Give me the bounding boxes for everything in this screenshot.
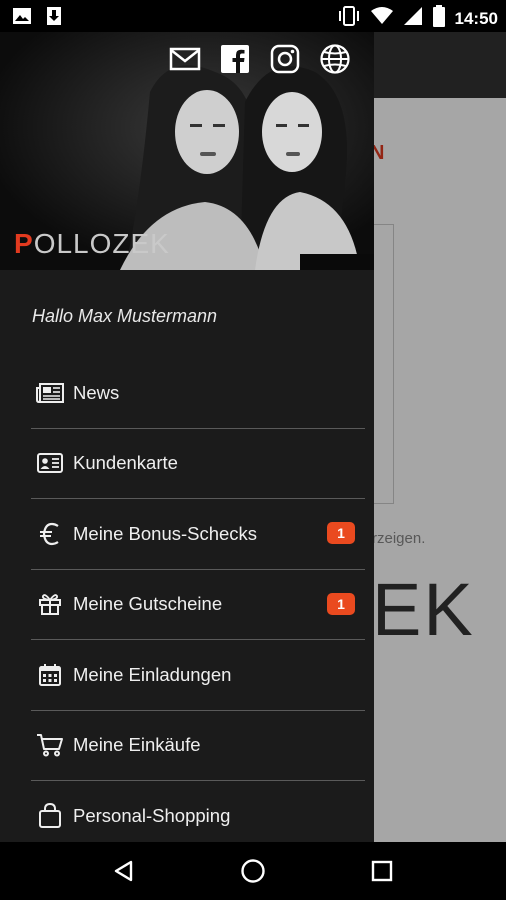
download-icon	[46, 6, 62, 31]
recents-icon[interactable]	[362, 851, 402, 891]
facebook-icon[interactable]	[218, 42, 252, 76]
drawer-menu: News Kundenkarte Meine Bonus-Schecks 1 M…	[31, 358, 365, 842]
menu-item-label: Personal-Shopping	[73, 805, 231, 827]
cart-icon	[35, 732, 65, 758]
notification-badge: 1	[327, 592, 355, 615]
drawer-header: POLLOZEK	[0, 32, 374, 270]
shopping-bag-icon	[35, 803, 65, 829]
signal-icon	[403, 6, 423, 31]
menu-item-bonus-schecks[interactable]: Meine Bonus-Schecks 1	[31, 499, 365, 570]
brand-logo: POLLOZEK	[14, 228, 170, 260]
menu-item-news[interactable]: News	[31, 358, 365, 429]
social-links	[168, 42, 352, 76]
menu-item-label: News	[73, 381, 120, 403]
menu-item-gutscheine[interactable]: Meine Gutscheine 1	[31, 570, 365, 640]
menu-item-label: Meine Bonus-Schecks	[73, 522, 258, 544]
euro-icon	[35, 521, 65, 547]
battery-icon	[432, 5, 445, 32]
menu-item-label: Meine Gutscheine	[73, 593, 223, 615]
menu-item-label: Meine Einladungen	[73, 663, 232, 685]
menu-item-label: Meine Einkäufe	[73, 734, 201, 756]
brand-logo-initial: P	[14, 228, 34, 259]
status-time: 14:50	[454, 8, 498, 28]
wifi-icon	[370, 6, 393, 31]
brand-logo-text: OLLOZEK	[33, 228, 170, 259]
menu-item-einkaeufe[interactable]: Meine Einkäufe	[31, 711, 365, 781]
globe-icon[interactable]	[318, 42, 352, 76]
vibrate-icon	[337, 6, 361, 31]
id-card-icon	[35, 450, 65, 476]
image-icon	[12, 6, 32, 31]
navigation-drawer: POLLOZEK Hallo Max Mustermann News Kunde…	[0, 32, 374, 842]
instagram-icon[interactable]	[268, 42, 302, 76]
back-icon[interactable]	[104, 851, 144, 891]
newspaper-icon	[35, 380, 65, 406]
menu-item-kundenkarte[interactable]: Kundenkarte	[31, 429, 365, 499]
mail-icon[interactable]	[168, 42, 202, 76]
gift-icon	[35, 591, 65, 617]
greeting-text: Hallo Max Mustermann	[32, 306, 218, 326]
calendar-icon	[35, 662, 65, 688]
drawer-scrim[interactable]	[374, 32, 506, 842]
menu-item-label: Kundenkarte	[73, 452, 178, 474]
notification-badge: 1	[327, 522, 355, 544]
menu-item-personal-shopping[interactable]: Personal-Shopping	[31, 781, 365, 842]
system-nav-bar	[0, 842, 506, 900]
status-bar: 14:50	[0, 0, 506, 32]
menu-item-einladungen[interactable]: Meine Einladungen	[31, 640, 365, 711]
home-icon[interactable]	[233, 851, 273, 891]
